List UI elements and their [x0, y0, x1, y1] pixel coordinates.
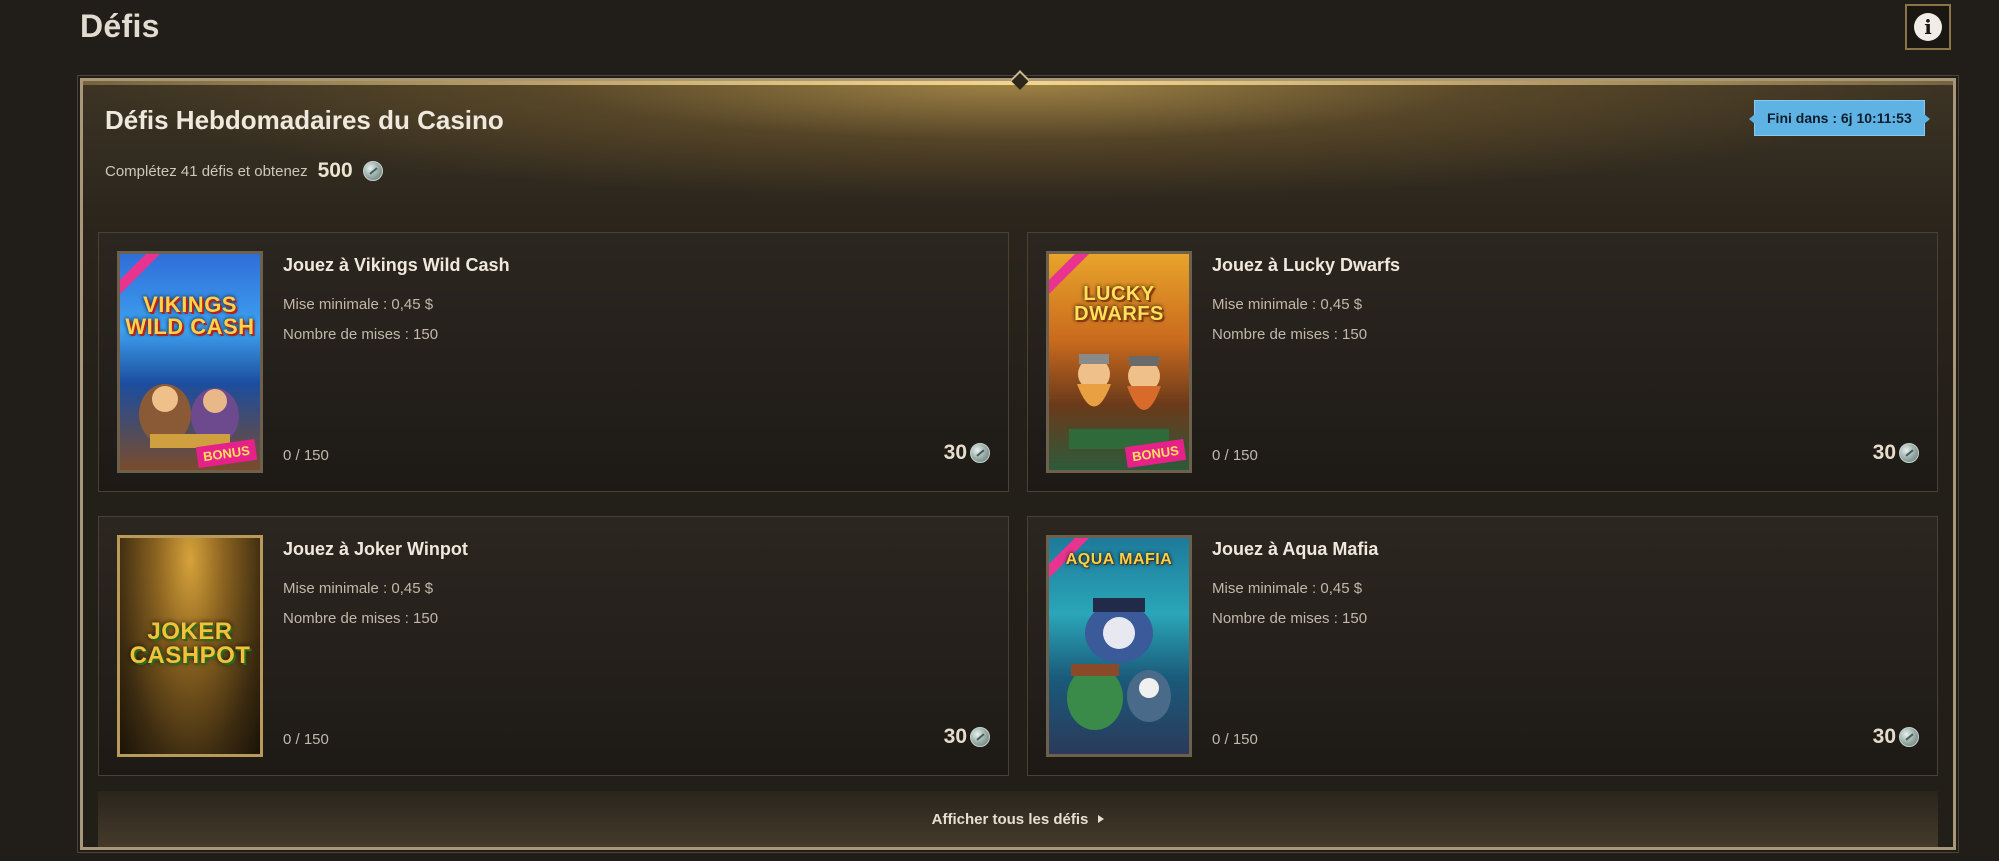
minimum-bet: Mise minimale : 0,45 $	[283, 580, 434, 597]
coin-icon	[362, 161, 383, 181]
viking-characters-illustration	[139, 384, 239, 448]
challenge-reward: 30	[1873, 725, 1919, 749]
challenge-progress: 0 / 150	[283, 447, 329, 464]
challenge-title: Jouez à Joker Winpot	[283, 539, 468, 559]
arrow-right-icon	[1098, 815, 1105, 823]
info-button[interactable]: i	[1905, 4, 1951, 50]
panel-glow	[83, 81, 1953, 201]
number-of-bets: Nombre de mises : 150	[1212, 326, 1368, 343]
coin-icon	[1899, 443, 1919, 463]
aqua-mafia-characters-illustration	[1067, 598, 1171, 730]
minimum-bet: Mise minimale : 0,45 $	[283, 296, 434, 313]
challenge-card[interactable]: AQUA MAFIA Jouez à Aqua Mafia Mise minim…	[1027, 516, 1938, 776]
show-all-challenges-link[interactable]: Afficher tous les défis	[932, 811, 1105, 828]
reward-amount: 30	[943, 725, 967, 748]
section-title: Défis Hebdomadaires du Casino	[105, 105, 504, 135]
panel-notch	[1010, 70, 1030, 90]
challenge-card[interactable]: VIKINGS WILD CASH BONUS Jouez à Vikings …	[98, 232, 1009, 492]
game-thumbnail-lucky-dwarfs[interactable]: LUCKY DWARFS BONUS	[1046, 251, 1192, 473]
reward-amount: 30	[1872, 441, 1896, 464]
dwarf-characters-illustration	[1069, 354, 1169, 449]
challenge-card[interactable]: LUCKY DWARFS BONUS Jouez à Lucky Dwarfs …	[1027, 232, 1938, 492]
game-logo: LUCKY DWARFS	[1074, 283, 1164, 325]
coin-icon	[1899, 727, 1919, 747]
show-all-label: Afficher tous les défis	[931, 810, 1089, 828]
reward-amount: 30	[1872, 725, 1896, 748]
coin-icon	[970, 443, 990, 463]
coin-icon	[970, 727, 990, 747]
weekly-challenges-panel: Défis Hebdomadaires du Casino Complétez …	[77, 70, 1959, 853]
minimum-bet: Mise minimale : 0,45 $	[1212, 580, 1363, 597]
section-subtitle: Complétez 41 défis et obtenez 500	[105, 159, 383, 183]
info-icon: i	[1914, 13, 1942, 41]
game-thumbnail-joker-winpot[interactable]: JOKER CASHPOT	[117, 535, 263, 757]
challenge-card[interactable]: JOKER CASHPOT Jouez à Joker Winpot Mise …	[98, 516, 1009, 776]
challenge-reward: 30	[944, 725, 990, 749]
subtitle-text: Complétez 41 défis et obtenez	[105, 162, 308, 180]
challenge-title: Jouez à Lucky Dwarfs	[1212, 255, 1401, 275]
game-thumbnail-aqua-mafia[interactable]: AQUA MAFIA	[1046, 535, 1192, 757]
challenge-title: Jouez à Aqua Mafia	[1212, 539, 1379, 559]
page-title: Défis	[80, 8, 160, 44]
number-of-bets: Nombre de mises : 150	[1212, 610, 1368, 627]
challenge-progress: 0 / 150	[283, 731, 329, 748]
game-logo: VIKINGS WILD CASH	[125, 292, 255, 339]
game-logo: AQUA MAFIA	[1065, 551, 1173, 568]
challenge-reward: 30	[1873, 441, 1919, 465]
challenge-progress: 0 / 150	[1212, 447, 1258, 464]
challenge-progress: 0 / 150	[1212, 731, 1258, 748]
total-reward-amount: 500	[317, 159, 353, 182]
game-thumbnail-vikings-wild-cash[interactable]: VIKINGS WILD CASH BONUS	[117, 251, 263, 473]
minimum-bet: Mise minimale : 0,45 $	[1212, 296, 1363, 313]
footer-bar: Afficher tous les défis	[98, 791, 1938, 847]
number-of-bets: Nombre de mises : 150	[283, 610, 439, 627]
number-of-bets: Nombre de mises : 150	[283, 326, 439, 343]
challenge-title: Jouez à Vikings Wild Cash	[283, 255, 510, 275]
countdown-timer: Fini dans : 6j 10:11:53	[1749, 101, 1930, 135]
challenge-reward: 30	[944, 441, 990, 465]
game-logo: JOKER CASHPOT	[129, 618, 251, 669]
reward-amount: 30	[943, 441, 967, 464]
